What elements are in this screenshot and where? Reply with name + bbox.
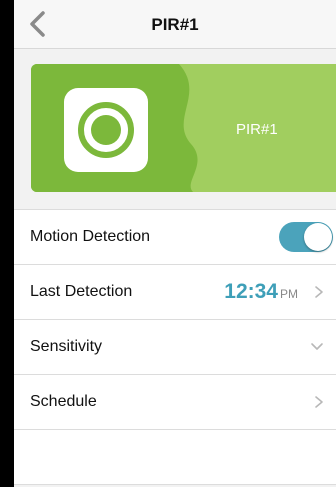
sensitivity-row[interactable]: Sensitivity bbox=[14, 320, 336, 375]
page-title: PIR#1 bbox=[151, 15, 199, 34]
last-detection-label: Last Detection bbox=[30, 283, 133, 300]
phone-screen: PIR#1 PIR#1 Motion Detection Last Detect… bbox=[14, 0, 336, 487]
time-value: 12:34 bbox=[224, 280, 278, 303]
nav-bar: PIR#1 bbox=[14, 0, 336, 49]
last-detection-time: 12:34 PM bbox=[224, 280, 298, 304]
device-card: PIR#1 bbox=[31, 64, 336, 192]
motion-detection-label: Motion Detection bbox=[30, 228, 151, 245]
next-row-partial bbox=[14, 430, 336, 485]
toggle-knob bbox=[304, 223, 332, 251]
device-icon-tile bbox=[64, 88, 148, 172]
chevron-down-icon bbox=[310, 342, 324, 352]
pir-sensor-icon bbox=[78, 102, 134, 158]
sensitivity-label: Sensitivity bbox=[30, 338, 103, 355]
motion-detection-toggle[interactable] bbox=[279, 222, 333, 252]
last-detection-row[interactable]: Last Detection 12:34 PM bbox=[14, 265, 336, 320]
motion-detection-row: Motion Detection bbox=[14, 210, 336, 265]
time-period: PM bbox=[280, 287, 298, 301]
schedule-row[interactable]: Schedule bbox=[14, 375, 336, 430]
chevron-right-icon bbox=[314, 395, 324, 409]
settings-list: Motion Detection Last Detection 12:34 PM … bbox=[14, 209, 336, 485]
schedule-label: Schedule bbox=[30, 393, 97, 410]
device-name-label: PIR#1 bbox=[236, 121, 278, 138]
chevron-right-icon bbox=[314, 285, 324, 299]
